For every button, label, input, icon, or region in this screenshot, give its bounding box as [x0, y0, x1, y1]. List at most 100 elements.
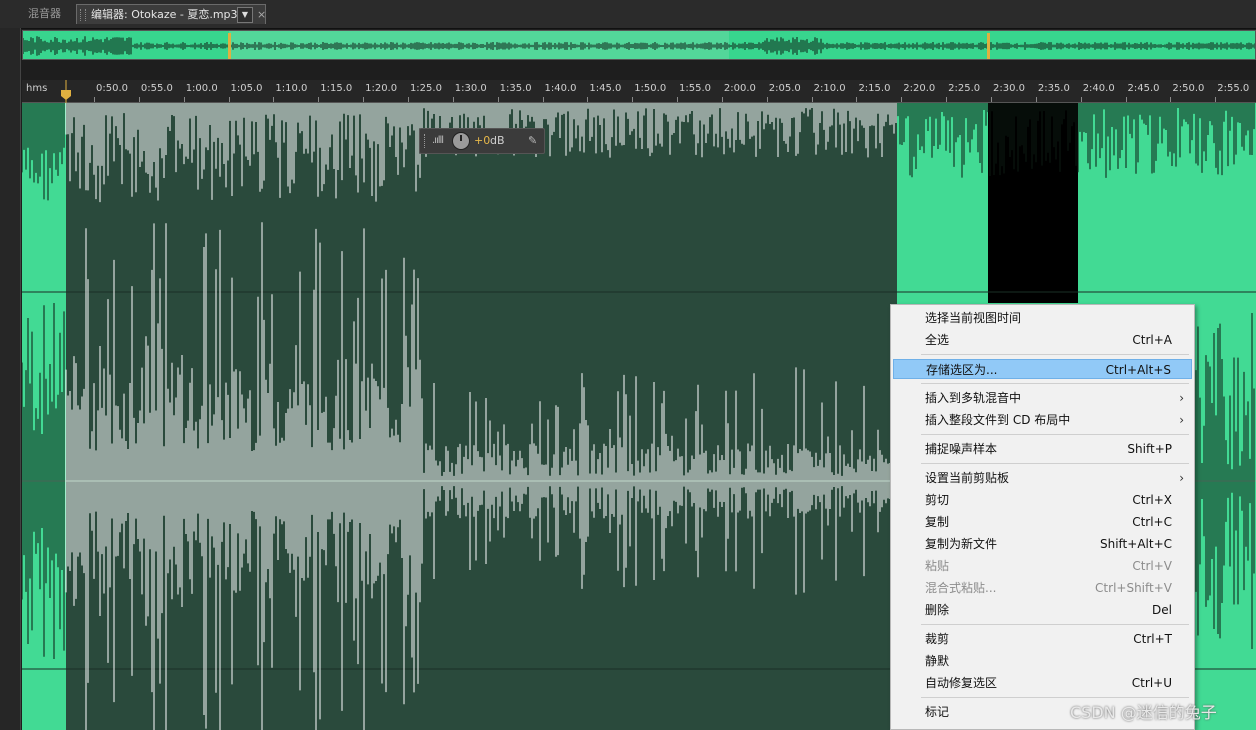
menu-item-cut[interactable]: 剪切 Ctrl+X: [893, 490, 1192, 510]
tab-editor[interactable]: 编辑器: Otokaze - 夏恋.mp3 ▼ ×: [76, 4, 266, 24]
ruler-unit-label: hms: [26, 83, 48, 94]
menu-item-save-selection-as[interactable]: 存储选区为... Ctrl+Alt+S: [893, 359, 1192, 379]
menu-item-label: 设置当前剪贴板: [925, 471, 1010, 485]
menu-item-label: 标记: [925, 705, 950, 719]
ruler-tick-label: 2:25.0: [948, 83, 981, 94]
overview-range-start-handle[interactable]: [228, 33, 231, 59]
ruler-tick-mark: [946, 97, 948, 102]
ruler-tick-mark: [991, 97, 992, 102]
menu-item-insert-into-multitrack[interactable]: 插入到多轨混音中 ›: [893, 388, 1192, 408]
context-menu: 选择当前视图时间 全选 Ctrl+A 存储选区为... Ctrl+Alt+S 插入到…: [890, 304, 1195, 730]
close-tab-icon[interactable]: ×: [257, 5, 266, 25]
ruler-tick-label: 1:50.0: [634, 83, 667, 94]
tab-mixer[interactable]: 混音器: [22, 4, 67, 24]
menu-item-auto-heal[interactable]: 自动修复选区 Ctrl+U: [893, 673, 1192, 693]
menu-item-label: 复制为新文件: [925, 537, 998, 551]
menu-separator: [921, 354, 1189, 355]
volume-knob[interactable]: [452, 132, 470, 150]
ruler-tick-mark: [1125, 97, 1127, 102]
menu-item-silence[interactable]: 静默: [893, 651, 1192, 671]
ruler-tick-mark: [94, 97, 95, 102]
ruler-tick-label: 1:20.0: [365, 83, 398, 94]
ruler-tick-mark: [363, 97, 365, 102]
menu-item-label: 捕捉噪声样本: [925, 442, 998, 456]
ruler-tick-mark: [497, 97, 499, 102]
menu-item-label: 全选: [925, 333, 950, 347]
gain-unit: dB: [490, 134, 505, 147]
ruler-tick-label: 2:20.0: [903, 83, 936, 94]
menu-item-crop[interactable]: 裁剪 Ctrl+T: [893, 629, 1192, 649]
menu-item-label: 存储选区为...: [926, 363, 998, 377]
document-tab-bar: 混音器 编辑器: Otokaze - 夏恋.mp3 ▼ ×: [0, 0, 1256, 29]
ruler-tick-label: 2:50.0: [1172, 83, 1205, 94]
menu-separator: [921, 697, 1189, 698]
menu-item-select-all[interactable]: 全选 Ctrl+A: [893, 330, 1192, 350]
ruler-tick-mark: [183, 97, 185, 102]
ruler-tick-mark: [273, 97, 275, 102]
menu-item-select-view-time[interactable]: 选择当前视图时间: [893, 308, 1192, 328]
menu-item-label: 自动修复选区: [925, 676, 998, 690]
menu-item-label: 插入整段文件到 CD 布局中: [925, 413, 1071, 427]
menu-item-delete[interactable]: 删除 Del: [893, 600, 1192, 620]
menu-item-insert-into-cd-layout[interactable]: 插入整段文件到 CD 布局中 ›: [893, 410, 1192, 430]
menu-item-label: 选择当前视图时间: [925, 311, 1022, 325]
menu-item-mix-paste: 混合式粘贴... Ctrl+Shift+V: [893, 578, 1192, 598]
ruler-tick-mark: [1170, 97, 1172, 102]
menu-item-shortcut: Ctrl+T: [1133, 632, 1172, 646]
ruler-tick-label: 1:00.0: [185, 83, 218, 94]
ruler-tick-label: 0:55.0: [140, 83, 173, 94]
ruler-tick-label: 1:45.0: [589, 83, 622, 94]
time-ruler[interactable]: hms 0:50.0 0:55.0 1:00.0 1:05.0 1:10.0 1:15.0…: [22, 80, 1256, 103]
ruler-tick-mark: [1080, 97, 1082, 102]
menu-item-copy[interactable]: 复制 Ctrl+C: [893, 512, 1192, 532]
menu-separator: [921, 624, 1189, 625]
tab-grip-icon[interactable]: [80, 9, 86, 21]
ruler-tick-mark: [587, 97, 589, 102]
menu-item-capture-noise-print[interactable]: 捕捉噪声样本 Shift+P: [893, 439, 1192, 459]
ruler-tick-label: 1:35.0: [499, 83, 532, 94]
ruler-tick-label: 1:10.0: [275, 83, 308, 94]
ruler-tick-mark: [901, 97, 903, 102]
overview-range-end-handle[interactable]: [987, 33, 990, 59]
ruler-tick-label: 1:25.0: [409, 83, 442, 94]
ruler-tick-label: 2:05.0: [768, 83, 801, 94]
menu-item-shortcut: Del: [1152, 603, 1172, 617]
menu-item-shortcut: Ctrl+V: [1132, 559, 1172, 573]
gain-value[interactable]: +0: [474, 134, 490, 147]
waveform-overview[interactable]: [22, 30, 1256, 60]
menu-item-shortcut: Shift+P: [1127, 442, 1172, 456]
ruler-tick-label: 1:55.0: [679, 83, 712, 94]
menu-item-label: 混合式粘贴...: [925, 581, 997, 595]
menu-item-label: 插入到多轨混音中: [925, 391, 1022, 405]
file-dropdown-button[interactable]: ▼: [237, 7, 253, 23]
submenu-arrow-icon: ›: [1179, 391, 1184, 405]
ruler-tick-label: 2:45.0: [1127, 83, 1160, 94]
menu-item-shortcut: Ctrl+X: [1132, 493, 1172, 507]
menu-item-label: 静默: [925, 654, 950, 668]
menu-item-shortcut: Ctrl+Alt+S: [1105, 363, 1171, 377]
ruler-tick-mark: [1035, 97, 1037, 102]
menu-item-shortcut: Ctrl+Shift+V: [1095, 581, 1172, 595]
menu-item-label: 粘贴: [925, 559, 950, 573]
ruler-tick-mark: [856, 97, 858, 102]
ruler-tick-label: 2:35.0: [1037, 83, 1070, 94]
hud-grip-icon[interactable]: [424, 134, 427, 148]
ruler-tick-label: 2:10.0: [813, 83, 846, 94]
level-bars-icon: .ıılll: [432, 135, 444, 146]
ruler-tick-mark: [138, 97, 140, 102]
pin-icon[interactable]: ✎: [528, 134, 537, 147]
playhead-marker[interactable]: [60, 80, 72, 104]
ruler-tick-mark: [632, 97, 634, 102]
menu-separator: [921, 463, 1189, 464]
menu-item-set-clipboard[interactable]: 设置当前剪贴板 ›: [893, 468, 1192, 488]
menu-item-copy-to-new[interactable]: 复制为新文件 Shift+Alt+C: [893, 534, 1192, 554]
selection-region[interactable]: [66, 103, 897, 730]
ruler-tick-mark: [407, 97, 409, 102]
volume-hud[interactable]: .ıılll +0 dB ✎: [419, 128, 545, 154]
ruler-tick-label: 0:50.0: [96, 83, 128, 94]
ruler-tick-label: 1:15.0: [320, 83, 353, 94]
ruler-tick-label: 2:00.0: [723, 83, 756, 94]
left-panel-strip: [0, 28, 21, 730]
submenu-arrow-icon: ›: [1179, 471, 1184, 485]
tab-mixer-label: 混音器: [28, 7, 61, 20]
